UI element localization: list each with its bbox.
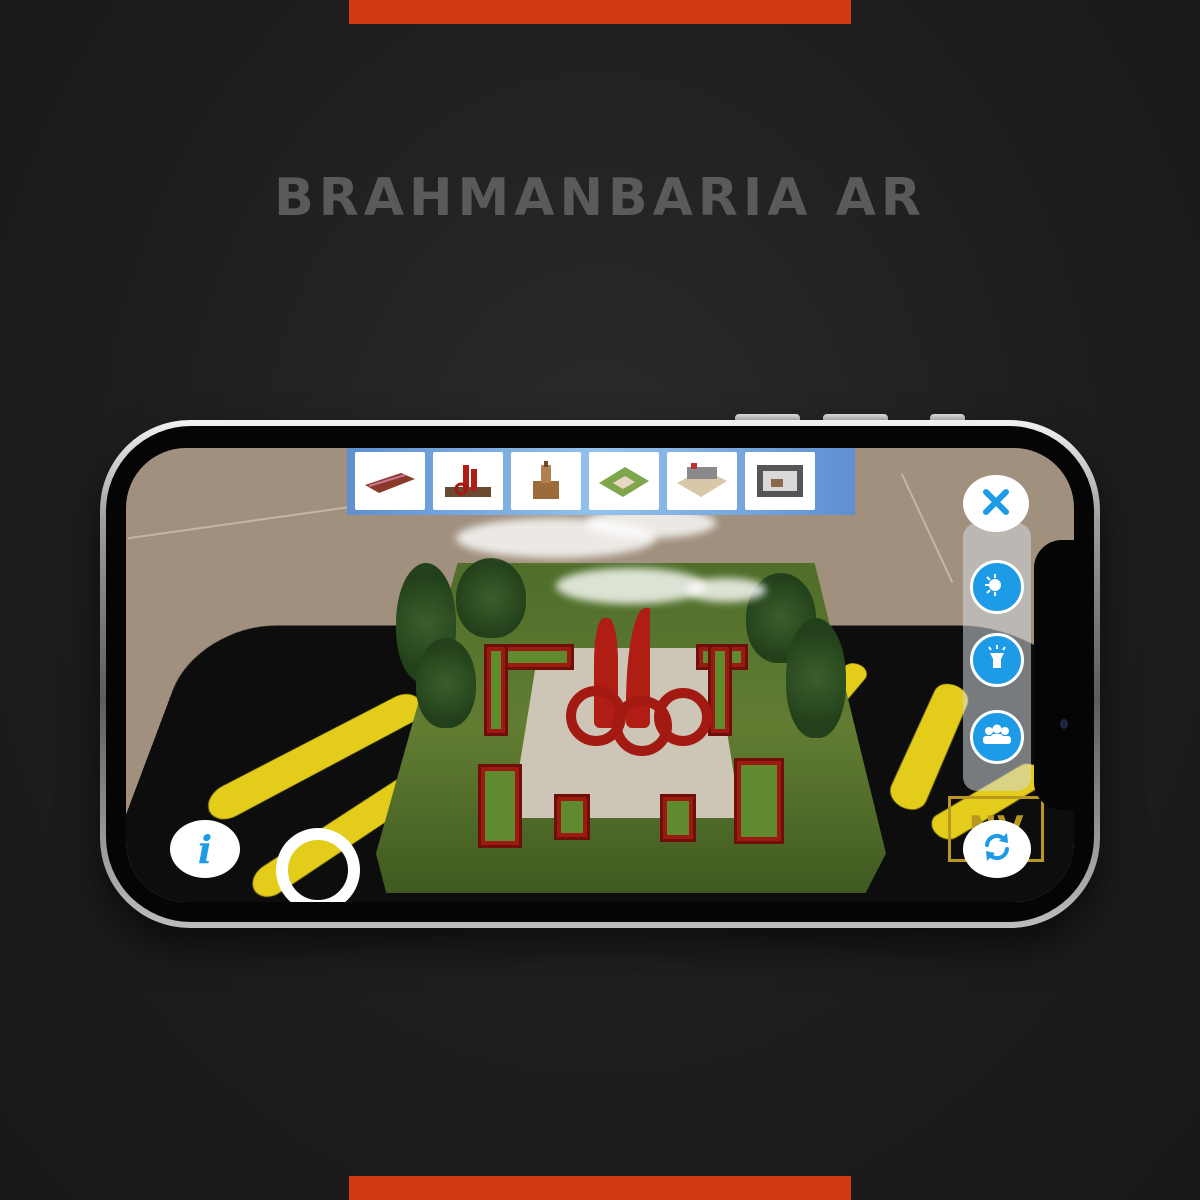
building-model-thumbnail[interactable] <box>667 452 737 510</box>
monument-model-thumbnail[interactable] <box>433 452 503 510</box>
close-button[interactable] <box>963 475 1029 532</box>
people-button[interactable] <box>970 710 1024 764</box>
refresh-icon <box>979 829 1015 869</box>
cloud <box>686 578 766 602</box>
flashlight-button[interactable] <box>970 633 1024 687</box>
flashlight-icon <box>982 643 1012 677</box>
people-icon <box>980 720 1014 754</box>
mat-target-logo <box>276 828 360 902</box>
monument-ring <box>654 688 712 746</box>
ar-screen[interactable]: NV <box>126 448 1074 902</box>
front-camera <box>1060 719 1068 729</box>
park-model-thumbnail[interactable] <box>589 452 659 510</box>
planter <box>708 644 732 736</box>
info-button[interactable]: i <box>170 820 240 878</box>
page-title: BRAHMANBARIA AR <box>274 168 926 228</box>
day-night-button[interactable] <box>970 560 1024 614</box>
planter <box>484 644 508 736</box>
planter <box>554 794 590 840</box>
tower-model-thumbnail[interactable] <box>511 452 581 510</box>
cloud <box>556 568 706 604</box>
info-icon: i <box>197 826 213 872</box>
refresh-button[interactable] <box>963 820 1031 878</box>
planter <box>734 758 784 844</box>
planter <box>478 764 522 848</box>
planter <box>660 794 696 842</box>
close-icon <box>979 485 1013 523</box>
tree <box>456 558 526 638</box>
floor-tile-line <box>900 473 954 583</box>
bridge-model-thumbnail[interactable] <box>355 452 425 510</box>
day-night-icon <box>982 570 1012 604</box>
top-accent-bar <box>349 0 851 24</box>
bottom-accent-bar <box>349 1176 851 1200</box>
model-toolbar <box>347 448 855 515</box>
tree <box>416 638 476 728</box>
phone-notch <box>1034 540 1074 810</box>
tree <box>786 618 846 738</box>
room-model-thumbnail[interactable] <box>745 452 815 510</box>
